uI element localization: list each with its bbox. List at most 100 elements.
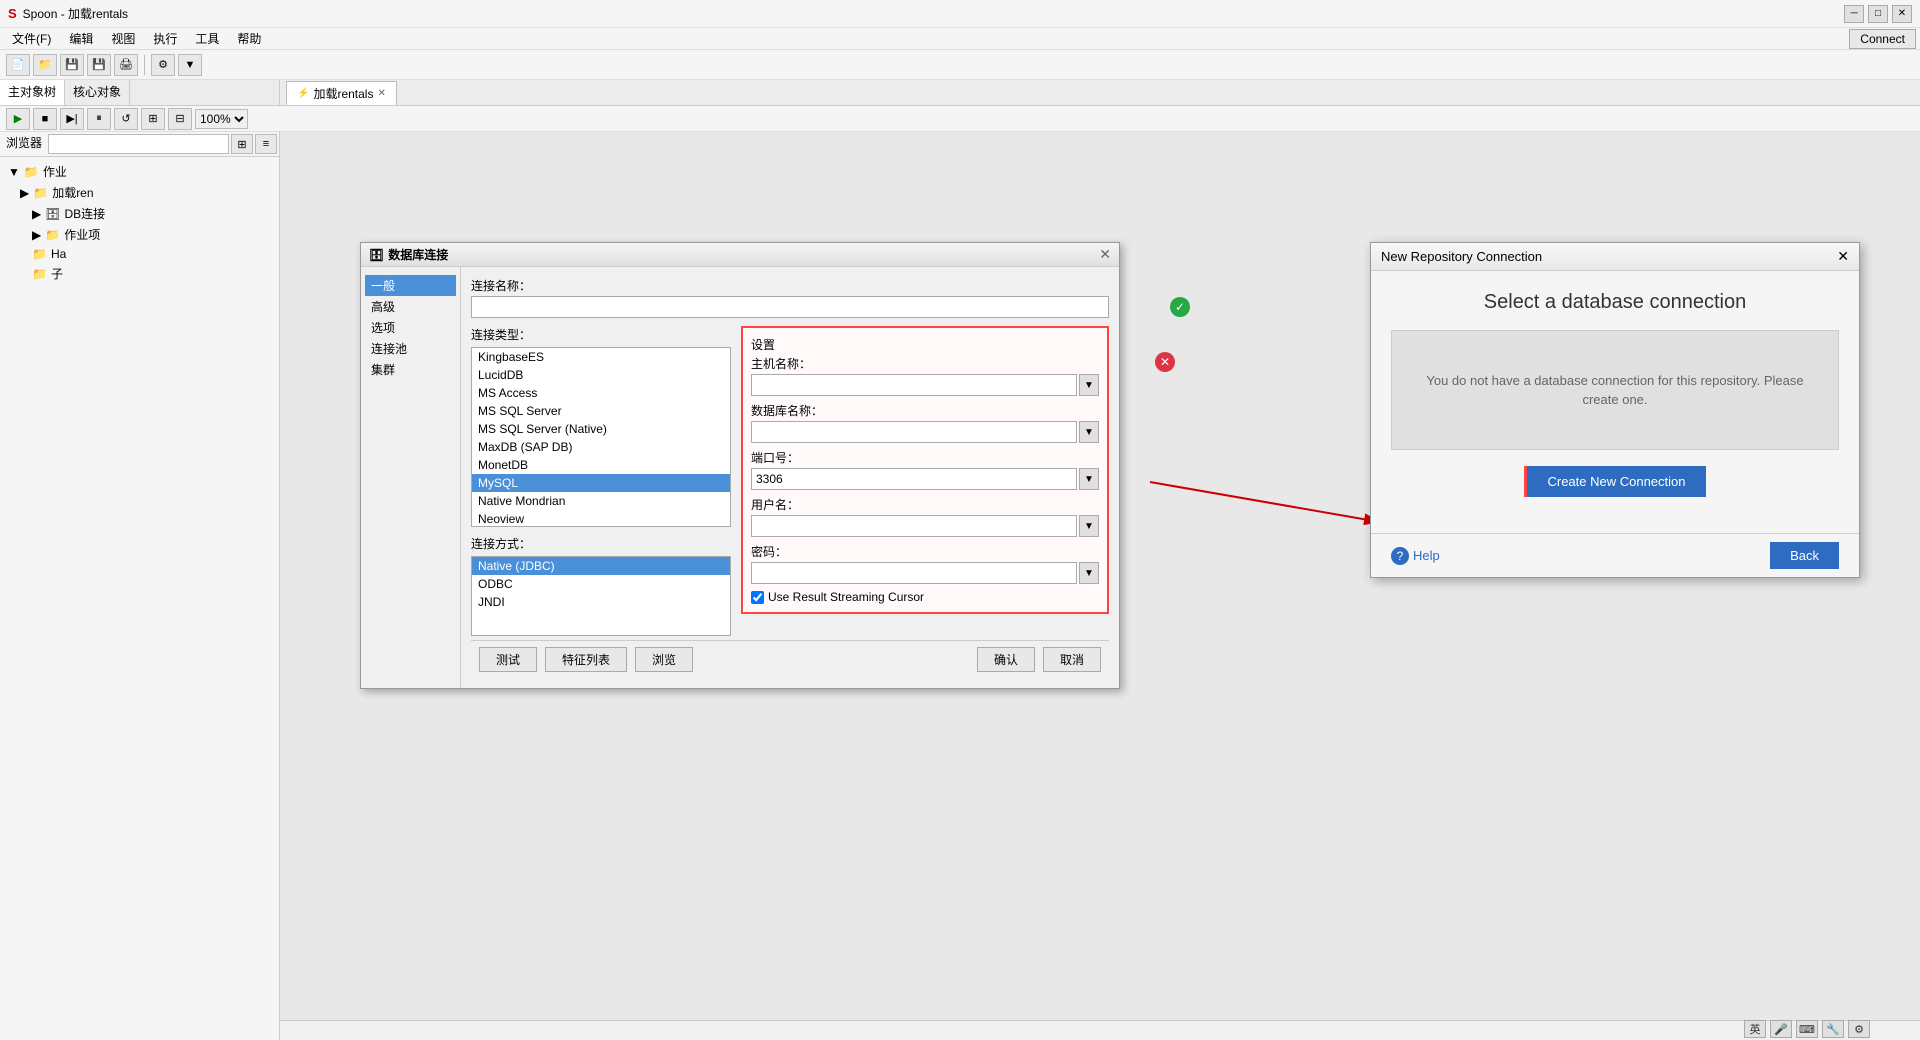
tabs-row: 主对象树 核心对象 ⚡ 加载rentals ✕ <box>0 80 1920 106</box>
type-maxdb[interactable]: MaxDB (SAP DB) <box>472 438 730 456</box>
taskbar-icons: 英 🎤 ⌨ 🔧 ⚙ <box>1744 1020 1870 1038</box>
menu-file[interactable]: 文件(F) <box>4 28 59 49</box>
connect-button[interactable]: Connect <box>1849 29 1916 49</box>
open-button[interactable]: 📁 <box>33 54 57 76</box>
taskbar-icon-2[interactable]: 🎤 <box>1770 1020 1792 1038</box>
menu-tools[interactable]: 工具 <box>187 28 227 49</box>
back-button[interactable]: Back <box>1770 542 1839 569</box>
status-green-icon: ✓ <box>1170 297 1190 317</box>
tree-item-child[interactable]: 📁 子 <box>4 263 275 284</box>
cancel-button[interactable]: 取消 <box>1043 647 1101 672</box>
host-input[interactable] <box>751 374 1077 396</box>
taskbar-icon-5[interactable]: ⚙ <box>1848 1020 1870 1038</box>
dialog-tab-options[interactable]: 选项 <box>365 317 456 338</box>
port-input[interactable] <box>751 468 1077 490</box>
feature-list-button[interactable]: 特征列表 <box>545 647 627 672</box>
type-kingbasees[interactable]: KingbaseES <box>472 348 730 366</box>
browse-button[interactable]: 浏览 <box>635 647 693 672</box>
dialog-tab-advanced[interactable]: 高级 <box>365 296 456 317</box>
tree-item-label: 加载ren <box>52 184 93 201</box>
tree-item-tasks[interactable]: ▶ 📁 作业项 <box>4 224 275 245</box>
port-browse-button[interactable]: ▼ <box>1079 468 1099 490</box>
streaming-checkbox[interactable] <box>751 591 764 604</box>
zoom-select[interactable]: 100% 75% 50% 150% <box>195 109 248 129</box>
db-connection-dialog[interactable]: 🗄 数据库连接 ✕ 一般 高级 选项 连接池 集群 连 <box>360 242 1120 689</box>
pause-button[interactable]: ⏸ <box>87 108 111 130</box>
stop-button[interactable]: ■ <box>33 108 57 130</box>
save-button[interactable]: 💾 <box>60 54 84 76</box>
streaming-label: Use Result Streaming Cursor <box>768 590 924 604</box>
menu-view[interactable]: 视图 <box>103 28 143 49</box>
type-monetdb[interactable]: MonetDB <box>472 456 730 474</box>
settings-button[interactable]: ⚙ <box>151 54 175 76</box>
type-ms-sql[interactable]: MS SQL Server <box>472 402 730 420</box>
dialog-tab-general[interactable]: 一般 <box>365 275 456 296</box>
password-browse-button[interactable]: ▼ <box>1079 562 1099 584</box>
run-button[interactable]: ▶ <box>6 108 30 130</box>
refresh-button[interactable]: ↺ <box>114 108 138 130</box>
tab-core-objects[interactable]: 核心对象 <box>65 80 130 105</box>
taskbar-icon-3[interactable]: ⌨ <box>1796 1020 1818 1038</box>
grid-button[interactable]: ⊞ <box>141 108 165 130</box>
type-luciddb[interactable]: LucidDB <box>472 366 730 384</box>
menu-edit[interactable]: 编辑 <box>61 28 101 49</box>
panel-btn-1[interactable]: ⊞ <box>231 134 253 154</box>
dialog-close-button[interactable]: ✕ <box>1099 246 1111 263</box>
layout-button[interactable]: ⊟ <box>168 108 192 130</box>
taskbar-icon-1[interactable]: 英 <box>1744 1020 1766 1038</box>
title-bar-left: S Spoon - 加载rentals <box>8 5 128 22</box>
save-all-button[interactable]: 💾 <box>87 54 111 76</box>
tree-item-db[interactable]: ▶ 🗄 DB连接 <box>4 203 275 224</box>
left-panel: 浏览器 ⊞ ≡ ▼ 📁 作业 ▶ 📁 加载ren ▶ 🗄 DB连接 ▶ <box>0 132 280 1040</box>
password-label: 密码： <box>751 543 1099 560</box>
repo-dialog-close-button[interactable]: ✕ <box>1837 248 1849 265</box>
type-neoview[interactable]: Neoview <box>472 510 730 527</box>
print-button[interactable]: 🖨 <box>114 54 138 76</box>
repo-dialog[interactable]: New Repository Connection ✕ Select a dat… <box>1370 242 1860 578</box>
type-ms-sql-native[interactable]: MS SQL Server (Native) <box>472 420 730 438</box>
tree-item-load[interactable]: ▶ 📁 加载ren <box>4 182 275 203</box>
tree-item-label: 作业项 <box>64 226 100 243</box>
main-layout: 浏览器 ⊞ ≡ ▼ 📁 作业 ▶ 📁 加载ren ▶ 🗄 DB连接 ▶ <box>0 132 1920 1040</box>
tab-main-objects[interactable]: 主对象树 <box>0 80 65 105</box>
host-browse-button[interactable]: ▼ <box>1079 374 1099 396</box>
step-button[interactable]: ▶| <box>60 108 84 130</box>
method-odbc[interactable]: ODBC <box>472 575 730 593</box>
username-input[interactable] <box>751 515 1077 537</box>
type-ms-access[interactable]: MS Access <box>472 384 730 402</box>
dropdown-button[interactable]: ▼ <box>178 54 202 76</box>
close-button[interactable]: ✕ <box>1892 5 1912 23</box>
menu-execute[interactable]: 执行 <box>145 28 185 49</box>
menu-help[interactable]: 帮助 <box>229 28 269 49</box>
dialog-footer: 测试 特征列表 浏览 确认 取消 <box>471 640 1109 678</box>
type-native-mondrian[interactable]: Native Mondrian <box>472 492 730 510</box>
tree-item-ha[interactable]: 📁 Ha <box>4 245 275 263</box>
method-jndi[interactable]: JNDI <box>472 593 730 611</box>
connection-method-list[interactable]: Native (JDBC) ODBC JNDI <box>471 556 731 636</box>
minimize-button[interactable]: ─ <box>1844 5 1864 23</box>
help-button[interactable]: ? Help <box>1391 547 1440 565</box>
dialog-tab-cluster[interactable]: 集群 <box>365 359 456 380</box>
tab-canvas-rentals[interactable]: ⚡ 加载rentals ✕ <box>286 81 397 105</box>
confirm-button[interactable]: 确认 <box>977 647 1035 672</box>
connection-name-input[interactable] <box>471 296 1109 318</box>
canvas-tab-close[interactable]: ✕ <box>377 88 385 99</box>
new-file-button[interactable]: 📄 <box>6 54 30 76</box>
title-bar-controls[interactable]: ─ □ ✕ <box>1844 5 1912 23</box>
password-input[interactable] <box>751 562 1077 584</box>
create-new-connection-button[interactable]: Create New Connection <box>1524 466 1705 497</box>
username-browse-button[interactable]: ▼ <box>1079 515 1099 537</box>
method-native-jdbc[interactable]: Native (JDBC) <box>472 557 730 575</box>
repo-dialog-footer: ? Help Back <box>1371 533 1859 577</box>
search-input[interactable] <box>48 134 229 154</box>
connection-type-list[interactable]: KingbaseES LucidDB MS Access MS SQL Serv… <box>471 347 731 527</box>
test-button[interactable]: 测试 <box>479 647 537 672</box>
tree-item-job[interactable]: ▼ 📁 作业 <box>4 161 275 182</box>
dbname-browse-button[interactable]: ▼ <box>1079 421 1099 443</box>
panel-btn-2[interactable]: ≡ <box>255 134 277 154</box>
dialog-tab-pool[interactable]: 连接池 <box>365 338 456 359</box>
type-mysql[interactable]: MySQL <box>472 474 730 492</box>
taskbar-icon-4[interactable]: 🔧 <box>1822 1020 1844 1038</box>
maximize-button[interactable]: □ <box>1868 5 1888 23</box>
dbname-input[interactable] <box>751 421 1077 443</box>
